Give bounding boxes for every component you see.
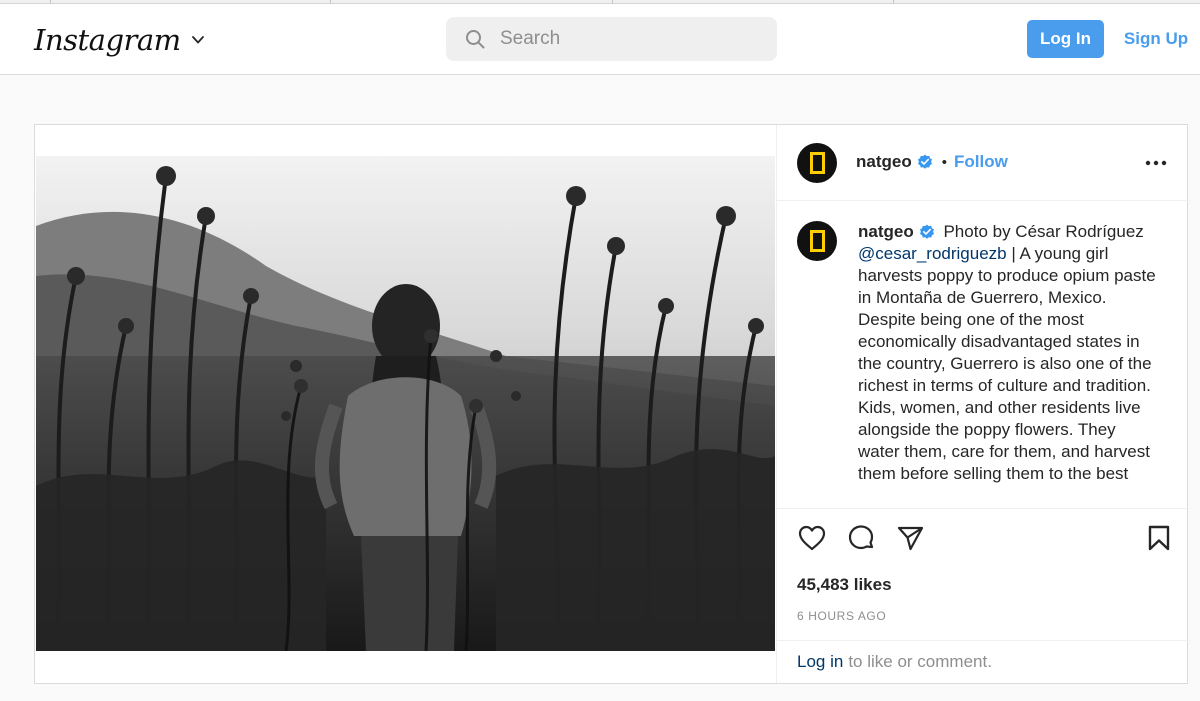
comment-icon[interactable]	[846, 523, 876, 553]
post-card: natgeo • Follow natgeo Photo by César Ro…	[34, 124, 1190, 684]
top-navigation-bar: Instagram Log In Sign Up	[0, 4, 1200, 75]
separator-dot: •	[941, 153, 947, 171]
verified-badge-icon	[917, 154, 932, 169]
search-input[interactable]	[500, 17, 760, 61]
login-prompt-text: to like or comment.	[848, 652, 992, 671]
instagram-logo-switcher[interactable]: Instagram	[34, 20, 205, 60]
caption-username[interactable]: natgeo	[858, 221, 914, 243]
heart-icon[interactable]	[797, 523, 827, 553]
bookmark-icon[interactable]	[1144, 523, 1174, 553]
caption-body: | A young girl harvests poppy to produce…	[858, 244, 1156, 483]
post-header: natgeo • Follow	[777, 125, 1190, 201]
caption-mention-link[interactable]: @cesar_rodriguezb	[858, 244, 1007, 263]
login-prompt-bar: Log in to like or comment.	[777, 640, 1190, 683]
more-options-icon[interactable]	[1144, 153, 1168, 173]
share-icon[interactable]	[895, 523, 925, 553]
caption-avatar[interactable]	[797, 221, 837, 261]
post-timestamp: 6 HOURS AGO	[797, 609, 887, 623]
signup-link[interactable]: Sign Up	[1117, 20, 1195, 58]
chevron-down-icon	[191, 36, 204, 44]
verified-badge-icon	[919, 224, 934, 239]
caption-lead: Photo by César Rodríguez	[943, 222, 1144, 241]
search-box[interactable]	[446, 17, 777, 61]
poppy-field-photo	[36, 156, 775, 651]
instagram-logo: Instagram	[34, 23, 181, 57]
post-photo[interactable]	[36, 156, 775, 651]
login-link[interactable]: Log in	[797, 652, 843, 672]
likes-count[interactable]: 45,483 likes	[797, 575, 892, 595]
search-icon	[466, 30, 485, 49]
avatar[interactable]	[797, 143, 837, 183]
login-button[interactable]: Log In	[1027, 20, 1104, 58]
follow-button[interactable]: Follow	[954, 152, 1008, 172]
post-sidebar: natgeo • Follow natgeo Photo by César Ro…	[776, 125, 1190, 683]
post-caption: natgeo Photo by César Rodríguez @cesar_r…	[858, 221, 1158, 501]
author-username[interactable]: natgeo	[856, 152, 912, 172]
post-author: natgeo • Follow	[856, 152, 1008, 172]
